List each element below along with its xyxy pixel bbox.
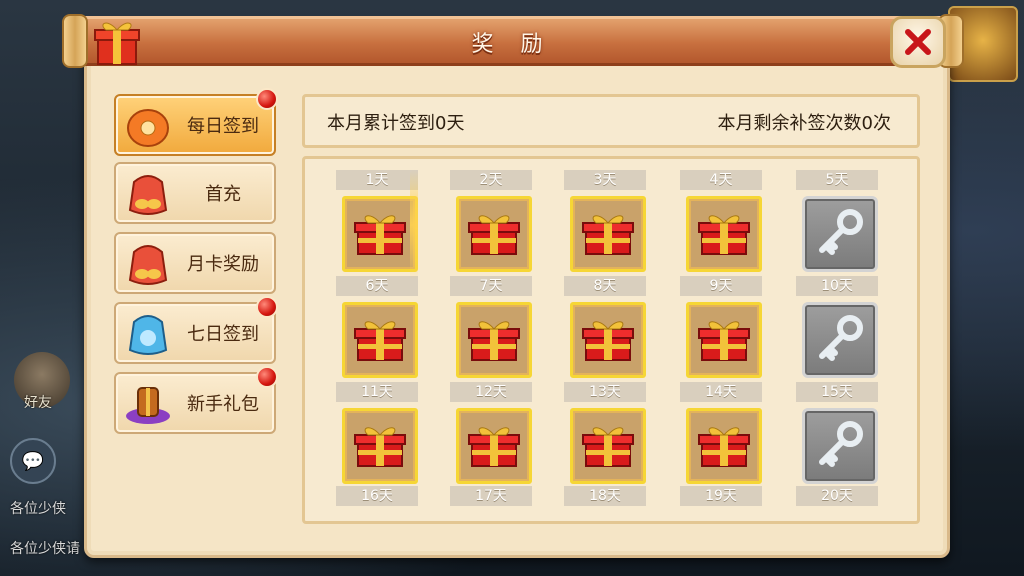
remaining-makeups-text: 本月剩余补签次数0次: [717, 113, 891, 134]
gift-reward-slot[interactable]: [570, 302, 646, 378]
gift-reward-slot[interactable]: [342, 302, 418, 378]
gift-box-icon: [354, 321, 406, 361]
notification-badge: [256, 296, 278, 318]
money-bag-icon: [128, 245, 168, 285]
day-label: 19天: [680, 486, 762, 506]
sidebar-item-label: 每日签到: [187, 116, 259, 137]
day-label: 3天: [564, 170, 646, 190]
day-label: 4天: [680, 170, 762, 190]
day-label: 13天: [564, 382, 646, 402]
blue-bag-icon: [128, 315, 168, 355]
chat-icon[interactable]: 💬: [10, 438, 56, 484]
gift-reward-slot[interactable]: [570, 408, 646, 484]
day-label: 15天: [796, 382, 878, 402]
gift-reward-slot[interactable]: [342, 196, 418, 272]
gift-box-icon: [582, 427, 634, 467]
signed-days-text: 本月累计签到0天: [327, 113, 465, 134]
day-label: 18天: [564, 486, 646, 506]
gift-box-icon: [698, 321, 750, 361]
gift-box-icon: [354, 215, 406, 255]
day-label: 11天: [336, 382, 418, 402]
key-icon: [819, 315, 863, 361]
sidebar-item-label: 首充: [205, 184, 241, 205]
sidebar-item-newbie-gift[interactable]: 新手礼包: [114, 366, 278, 434]
gift-reward-slot[interactable]: [686, 408, 762, 484]
sidebar-item-seven-day-checkin[interactable]: 七日签到: [114, 296, 278, 364]
chat-line: 各位少侠: [10, 501, 66, 517]
sidebar-item-daily-checkin[interactable]: 每日签到: [114, 88, 278, 156]
day-label: 7天: [450, 276, 532, 296]
day-label: 16天: [336, 486, 418, 506]
sidebar-item-label: 新手礼包: [187, 394, 259, 415]
notification-badge: [256, 366, 278, 388]
coin-pouch-icon: [127, 109, 169, 147]
gift-box-icon: [582, 321, 634, 361]
purple-gift-icon: [126, 387, 170, 424]
gift-reward-slot[interactable]: [456, 196, 532, 272]
notification-badge: [256, 88, 278, 110]
sidebar-item-first-recharge[interactable]: 首充: [114, 162, 276, 224]
key-icon: [819, 421, 863, 467]
dialog-title: 奖 励: [471, 32, 553, 57]
gift-reward-slot[interactable]: [570, 196, 646, 272]
day-label: 5天: [796, 170, 878, 190]
close-icon: [905, 29, 931, 55]
sparkle-effect: [410, 170, 418, 280]
checkin-info-bar: 本月累计签到0天 本月剩余补签次数0次: [302, 94, 920, 148]
gift-reward-slot[interactable]: [456, 302, 532, 378]
gift-box-icon: [468, 321, 520, 361]
day-label: 17天: [450, 486, 532, 506]
gift-reward-slot[interactable]: [342, 408, 418, 484]
gift-reward-slot[interactable]: [686, 196, 762, 272]
day-label: 2天: [450, 170, 532, 190]
friend-label[interactable]: 好友: [24, 392, 52, 412]
gift-box-icon: [94, 22, 140, 65]
sidebar-item-label: 月卡奖励: [187, 254, 259, 275]
gift-box-icon: [582, 215, 634, 255]
day-label: 10天: [796, 276, 878, 296]
sidebar-item-label: 七日签到: [187, 324, 259, 345]
key-reward-slot[interactable]: [802, 408, 878, 484]
day-label: 6天: [336, 276, 418, 296]
key-reward-slot[interactable]: [802, 302, 878, 378]
day-label: 9天: [680, 276, 762, 296]
chat-line: 各位少侠请: [10, 541, 80, 557]
day-label: 1天: [336, 170, 418, 190]
key-reward-slot[interactable]: [802, 196, 878, 272]
key-icon: [819, 209, 863, 255]
day-label: 12天: [450, 382, 532, 402]
gift-reward-slot[interactable]: [456, 408, 532, 484]
money-bag-icon: [128, 175, 168, 215]
gift-box-icon: [468, 215, 520, 255]
close-button[interactable]: [890, 16, 946, 68]
sidebar-item-monthly-card[interactable]: 月卡奖励: [114, 232, 276, 294]
gift-box-icon: [698, 427, 750, 467]
gift-box-icon: [698, 215, 750, 255]
gift-box-icon: [468, 427, 520, 467]
day-label: 20天: [796, 486, 878, 506]
gift-box-icon: [354, 427, 406, 467]
day-label: 8天: [564, 276, 646, 296]
day-label: 14天: [680, 382, 762, 402]
gift-reward-slot[interactable]: [686, 302, 762, 378]
